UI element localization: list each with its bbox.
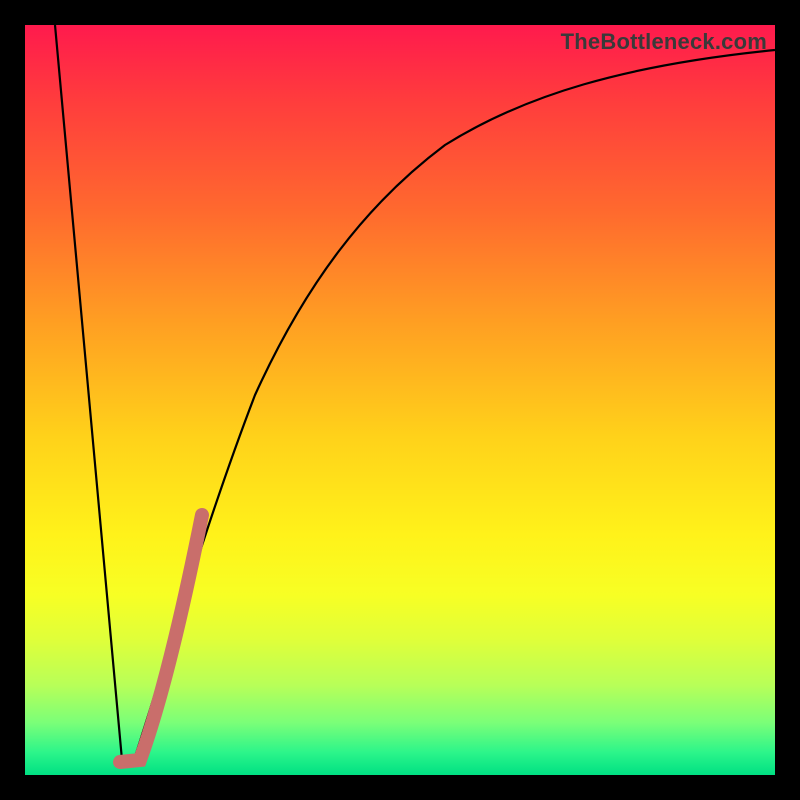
bottleneck-curve bbox=[55, 25, 775, 763]
chart-frame: TheBottleneck.com bbox=[0, 0, 800, 800]
highlight-segment bbox=[120, 515, 202, 762]
curves-svg bbox=[25, 25, 775, 775]
watermark-text: TheBottleneck.com bbox=[561, 29, 767, 55]
plot-area: TheBottleneck.com bbox=[25, 25, 775, 775]
